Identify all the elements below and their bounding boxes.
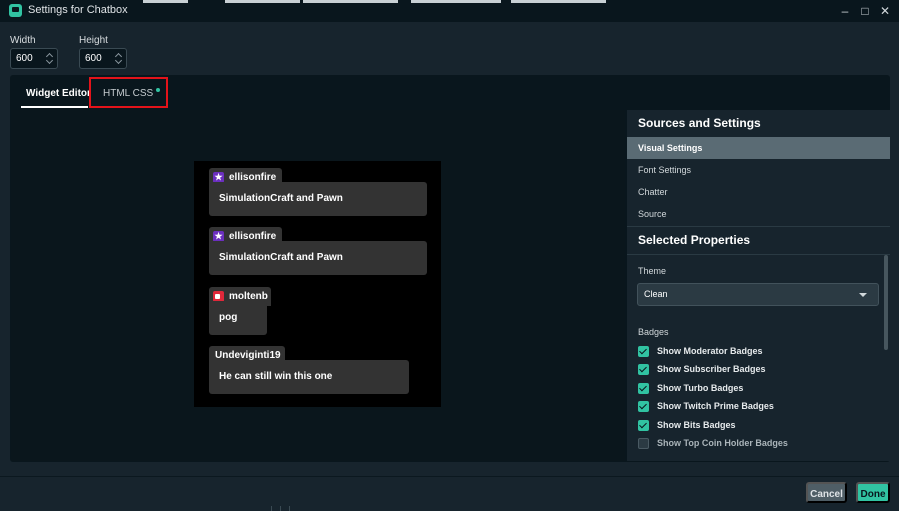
badges-label: Badges bbox=[638, 327, 669, 337]
checkbox-checked-icon[interactable] bbox=[638, 383, 649, 394]
done-button[interactable]: Done bbox=[856, 482, 890, 503]
background-stroke bbox=[280, 506, 281, 511]
sidebar-item-font-settings[interactable]: Font Settings bbox=[627, 159, 890, 181]
background-stroke bbox=[303, 0, 398, 3]
maximize-icon[interactable]: □ bbox=[856, 2, 874, 20]
checkbox-checked-icon[interactable] bbox=[638, 401, 649, 412]
close-icon[interactable]: ✕ bbox=[876, 2, 894, 20]
active-tab-indicator bbox=[21, 106, 88, 108]
chat-message: pog bbox=[209, 301, 267, 335]
chat-message: He can still win this one bbox=[209, 360, 409, 394]
height-spinner-icon[interactable] bbox=[115, 51, 123, 66]
width-spinner-icon[interactable] bbox=[46, 51, 54, 66]
title-bar: Settings for Chatbox – □ ✕ bbox=[0, 0, 899, 22]
checkbox-label: Show Twitch Prime Badges bbox=[657, 401, 774, 411]
background-stroke bbox=[411, 0, 501, 3]
tab-widget-editor[interactable]: Widget Editor bbox=[26, 88, 91, 99]
checkbox-unchecked-icon[interactable] bbox=[638, 438, 649, 449]
sidebar-item-visual-settings[interactable]: Visual Settings bbox=[627, 137, 890, 159]
background-stroke bbox=[225, 0, 300, 3]
height-input[interactable]: 600 bbox=[79, 48, 127, 69]
width-input[interactable]: 600 bbox=[10, 48, 58, 69]
sources-heading: Sources and Settings bbox=[638, 116, 761, 130]
checkbox-label: Show Moderator Badges bbox=[657, 346, 763, 356]
cancel-button[interactable]: Cancel bbox=[806, 482, 847, 503]
background-stroke bbox=[511, 0, 606, 3]
checkbox-label: Show Top Coin Holder Badges bbox=[657, 438, 788, 448]
background-stroke bbox=[289, 506, 290, 511]
theme-label: Theme bbox=[638, 266, 667, 276]
checkbox-label: Show Turbo Badges bbox=[657, 383, 744, 393]
chat-message: SimulationCraft and Pawn bbox=[209, 241, 427, 275]
width-label: Width bbox=[10, 35, 36, 46]
chat-message: SimulationCraft and Pawn bbox=[209, 182, 427, 216]
highlight-box bbox=[89, 77, 168, 108]
checkbox-checked-icon[interactable] bbox=[638, 420, 649, 431]
divider bbox=[627, 226, 890, 227]
footer-divider bbox=[0, 476, 899, 477]
minimize-icon[interactable]: – bbox=[836, 2, 854, 20]
checkbox-label: Show Subscriber Badges bbox=[657, 364, 766, 374]
theme-select[interactable]: Clean bbox=[637, 283, 879, 306]
background-stroke bbox=[143, 0, 188, 3]
height-label: Height bbox=[79, 35, 108, 46]
sidebar-scrollbar[interactable] bbox=[884, 255, 888, 350]
height-value: 600 bbox=[85, 53, 102, 64]
sidebar-item-source[interactable]: Source bbox=[627, 203, 890, 225]
selected-properties-heading: Selected Properties bbox=[638, 233, 751, 247]
checkbox-checked-icon[interactable] bbox=[638, 364, 649, 375]
divider bbox=[627, 254, 890, 255]
app-logo-icon bbox=[9, 4, 22, 17]
chevron-down-icon bbox=[859, 293, 867, 297]
width-value: 600 bbox=[16, 53, 33, 64]
theme-value: Clean bbox=[644, 289, 668, 299]
background-stroke bbox=[271, 506, 272, 511]
window-title: Settings for Chatbox bbox=[28, 4, 128, 16]
sidebar-item-chatter[interactable]: Chatter bbox=[627, 181, 890, 203]
checkbox-label: Show Bits Badges bbox=[657, 420, 736, 430]
checkbox-checked-icon[interactable] bbox=[638, 346, 649, 357]
